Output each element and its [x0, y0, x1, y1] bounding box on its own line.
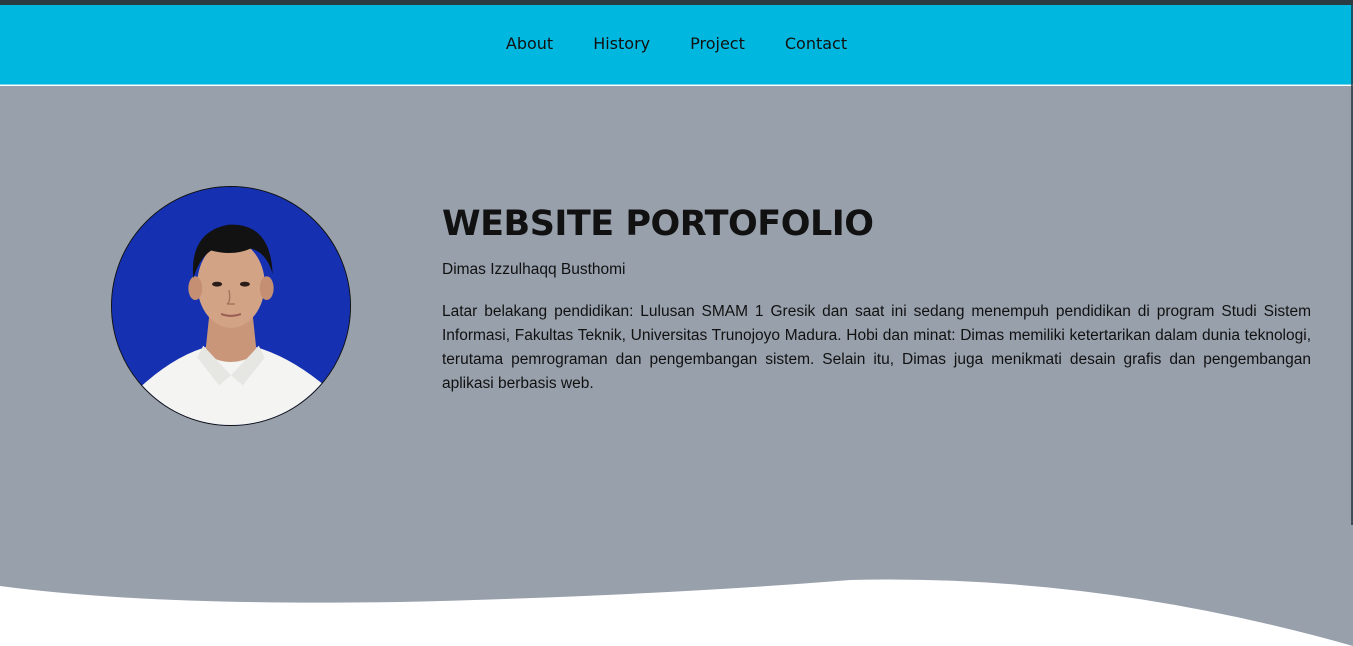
nav-link-contact[interactable]: Contact [785, 34, 847, 55]
wave-divider [0, 579, 1353, 646]
nav-link-about[interactable]: About [506, 34, 553, 55]
nav-link-history[interactable]: History [593, 34, 650, 55]
hero-section: WEBSITE PORTOFOLIO Dimas Izzulhaqq Busth… [0, 86, 1353, 646]
nav-link-project[interactable]: Project [690, 34, 745, 55]
navbar: About History Project Contact [0, 5, 1353, 85]
